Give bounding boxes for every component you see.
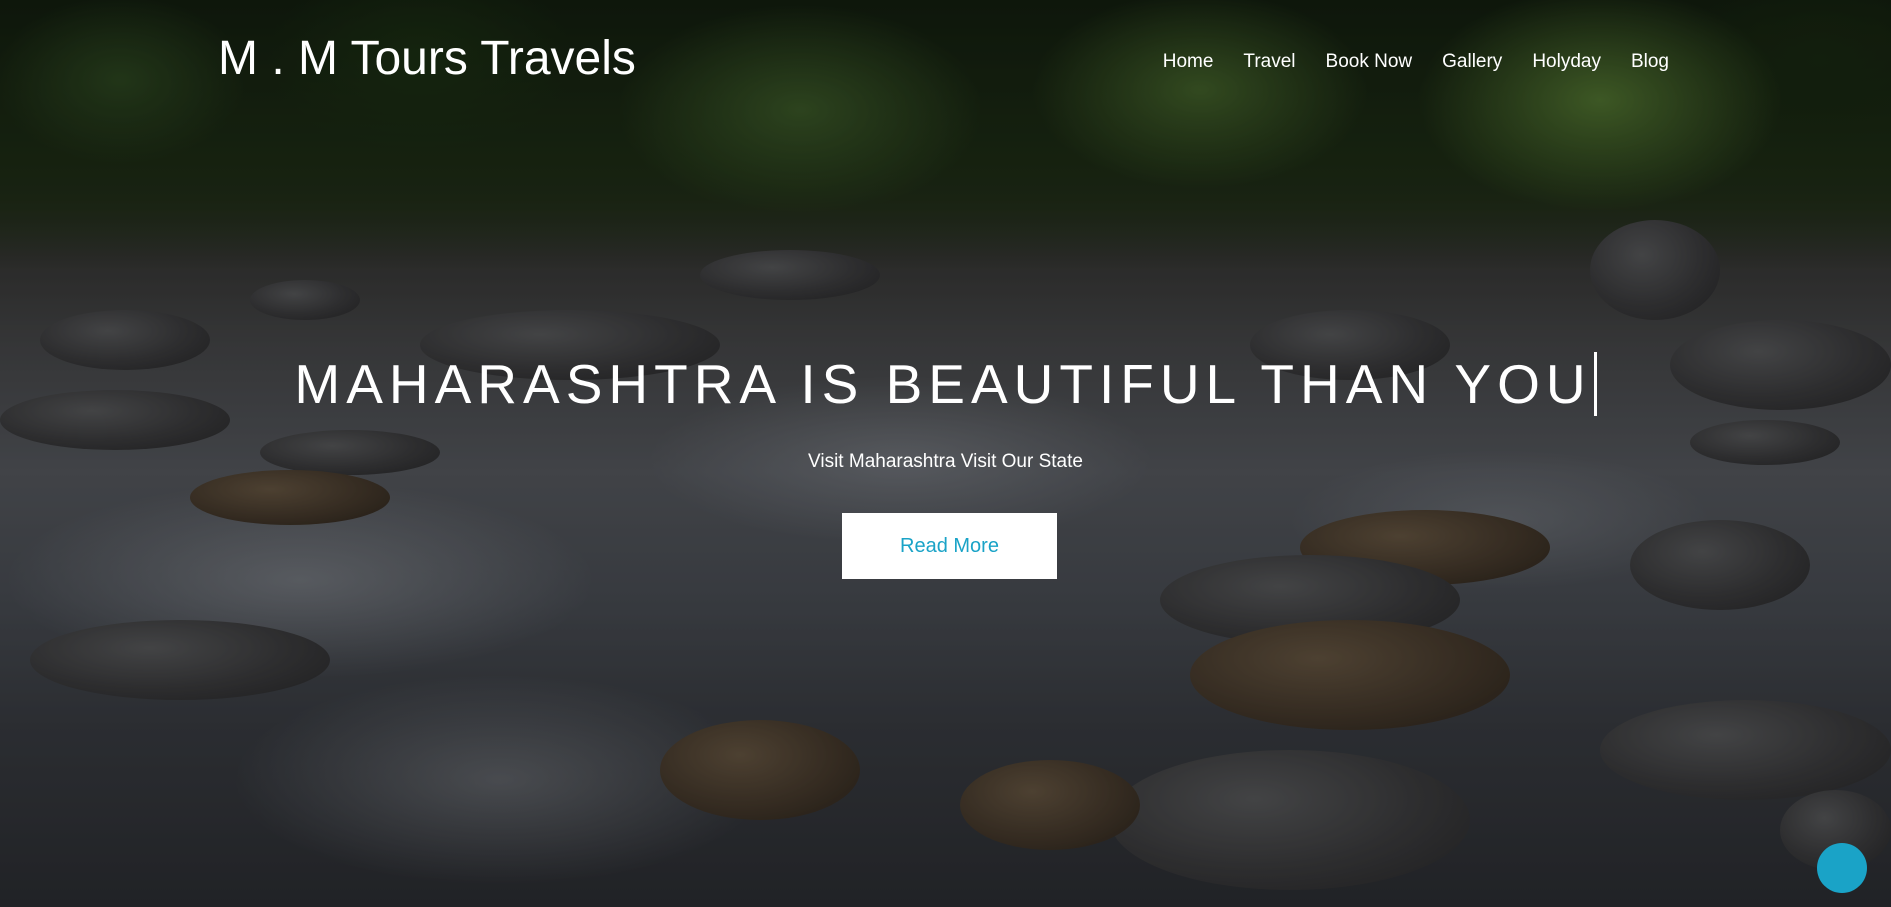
nav-holyday[interactable]: Holyday — [1532, 50, 1601, 74]
hero-headline-text: MAHARASHTRA IS BEAUTIFUL THAN YOU — [294, 353, 1592, 415]
nav-blog[interactable]: Blog — [1631, 50, 1669, 74]
hero-headline: MAHARASHTRA IS BEAUTIFUL THAN YOU — [0, 352, 1891, 416]
nav-gallery[interactable]: Gallery — [1442, 50, 1502, 74]
nav-book-now[interactable]: Book Now — [1326, 50, 1413, 74]
main-nav: Home Travel Book Now Gallery Holyday Blo… — [1133, 50, 1669, 74]
hero-subtitle: Visit Maharashtra Visit Our State — [808, 451, 1083, 472]
typing-cursor — [1593, 352, 1597, 416]
hero-section: M . M Tours Travels Home Travel Book Now… — [0, 0, 1891, 907]
site-logo[interactable]: M . M Tours Travels — [218, 30, 636, 88]
chat-bubble-icon[interactable] — [1817, 843, 1867, 893]
nav-travel[interactable]: Travel — [1243, 50, 1295, 74]
nav-home[interactable]: Home — [1163, 50, 1214, 74]
read-more-button[interactable]: Read More — [842, 513, 1057, 579]
